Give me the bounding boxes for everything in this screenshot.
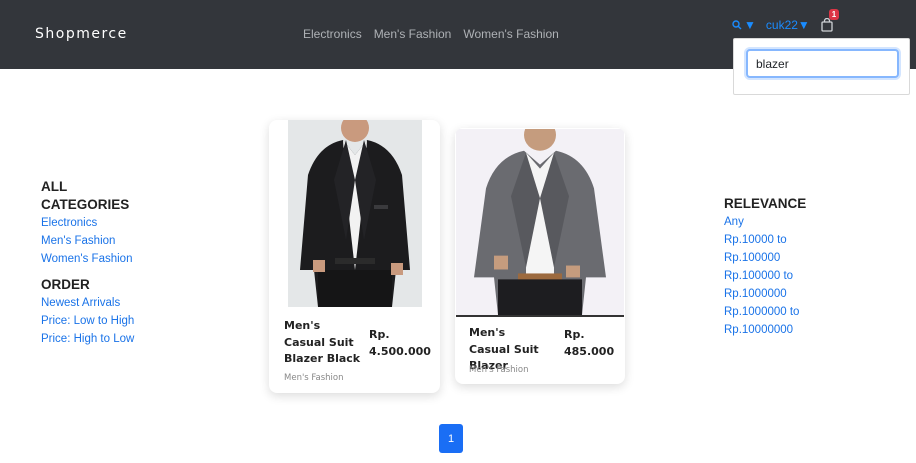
order-heading: ORDER	[41, 277, 90, 292]
price-link-range-3[interactable]: Rp.1000000 to Rp.10000000	[724, 303, 808, 339]
chevron-down-icon: ▼	[744, 18, 756, 32]
order-link-price-low-high[interactable]: Price: Low to High	[41, 312, 191, 330]
price-link-range-2[interactable]: Rp.100000 to Rp.1000000	[724, 267, 802, 303]
product-category: Men's Fashion	[284, 373, 344, 383]
category-link-mens-fashion[interactable]: Men's Fashion	[41, 232, 191, 250]
search-toggle[interactable]: ▼	[732, 18, 756, 32]
left-filter-panel: ALL CATEGORIES Electronics Men's Fashion…	[41, 178, 191, 348]
price-link-range-1[interactable]: Rp.10000 to Rp.100000	[724, 231, 796, 267]
product-price: Rp. 4.500.000	[369, 328, 431, 358]
product-price: Rp. 485.000	[564, 328, 615, 358]
user-menu-toggle[interactable]: cuk22▼	[766, 18, 810, 32]
order-link-newest[interactable]: Newest Arrivals	[41, 294, 191, 312]
right-filter-panel: RELEVANCE Any Rp.10000 to Rp.100000 Rp.1…	[724, 195, 824, 339]
main-nav: Electronics Men's Fashion Women's Fashio…	[303, 27, 559, 41]
category-link-womens-fashion[interactable]: Women's Fashion	[41, 250, 191, 268]
search-dropdown	[733, 38, 910, 95]
pagination-page-button[interactable]: 1	[439, 424, 463, 453]
nav-right: ▼ cuk22▼ 1	[732, 9, 840, 32]
search-input[interactable]	[746, 49, 899, 78]
product-card[interactable]: Men's Casual Suit Blazer Black Rp. 4.500…	[269, 120, 440, 393]
price-link-any[interactable]: Any	[724, 213, 824, 231]
categories-heading: ALL CATEGORIES	[41, 179, 130, 212]
shopping-bag-icon	[821, 17, 833, 32]
order-link-price-high-low[interactable]: Price: High to Low	[41, 330, 191, 348]
nav-link-mens-fashion[interactable]: Men's Fashion	[374, 27, 452, 41]
cart-count-badge: 1	[828, 9, 840, 20]
search-icon	[732, 20, 742, 30]
nav-link-womens-fashion[interactable]: Women's Fashion	[463, 27, 558, 41]
nav-link-electronics[interactable]: Electronics	[303, 27, 362, 41]
brand-logo[interactable]: Shopmerce	[35, 26, 128, 42]
product-name[interactable]: Men's Casual Suit Blazer Black	[284, 318, 364, 368]
product-image	[288, 120, 422, 307]
product-image	[456, 129, 624, 317]
product-category: Men's Fashion	[469, 365, 529, 375]
product-card[interactable]: Men's Casual Suit Blazer Rp. 485.000 Men…	[455, 128, 625, 384]
category-link-electronics[interactable]: Electronics	[41, 214, 191, 232]
price-heading: RELEVANCE	[724, 196, 807, 211]
cart-button[interactable]: 1	[820, 9, 840, 32]
